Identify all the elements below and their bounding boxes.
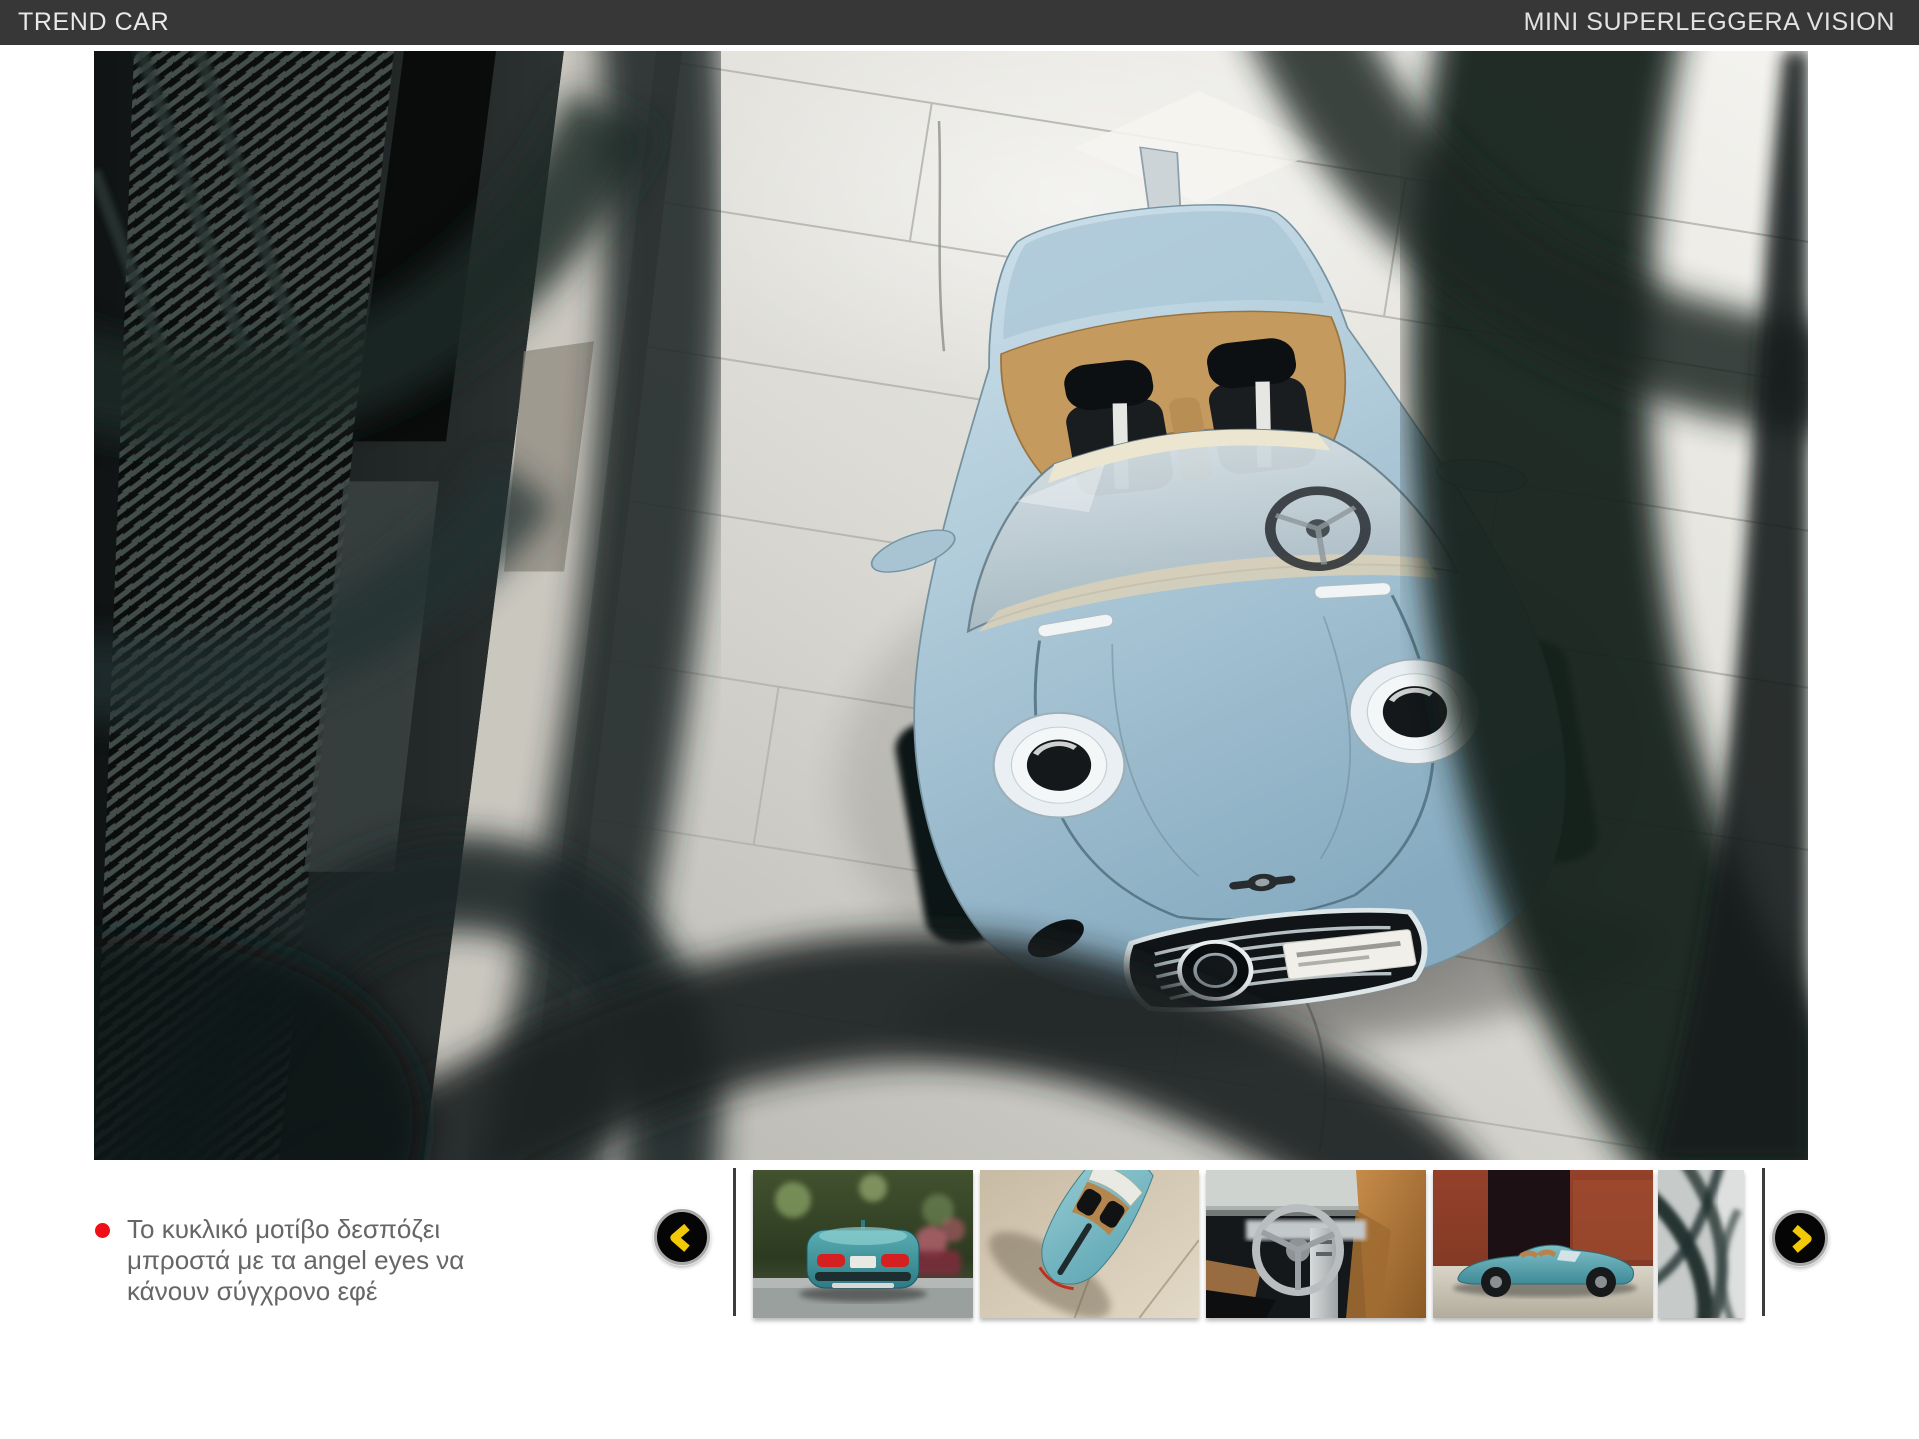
side-view-thumbnail-image (1433, 1170, 1653, 1318)
thumbnail-side-view[interactable] (1433, 1170, 1653, 1318)
chevron-left-icon (662, 1217, 702, 1257)
main-photo-illustration (94, 51, 1808, 1160)
gallery-divider-left (733, 1168, 736, 1316)
gallery-prev-button[interactable] (654, 1209, 710, 1265)
main-photo (94, 51, 1808, 1160)
railing-thumbnail-image (1658, 1170, 1744, 1318)
photo-caption: Το κυκλικό μοτίβο δεσπόζει μπροστά με τα… (95, 1214, 515, 1307)
gallery-divider-right (1762, 1168, 1765, 1316)
top-view-thumbnail-image (980, 1170, 1199, 1318)
caption-text: Το κυκλικό μοτίβο δεσπόζει μπροστά με τα… (127, 1214, 464, 1307)
thumbnail-rear-view[interactable] (753, 1170, 973, 1318)
caption-line: μπροστά με τα angel eyes να (127, 1245, 464, 1276)
rear-view-thumbnail-image (753, 1170, 973, 1318)
caption-bullet-icon (95, 1223, 110, 1238)
article-title: MINI SUPERLEGGERA VISION (1524, 8, 1895, 37)
chevron-right-icon (1780, 1218, 1820, 1258)
gallery-next-button[interactable] (1772, 1210, 1828, 1266)
caption-line: κάνουν σύγχρονο εφέ (127, 1276, 464, 1307)
interior-thumbnail-image (1206, 1170, 1426, 1318)
top-bar: TREND CAR MINI SUPERLEGGERA VISION (0, 0, 1919, 45)
thumbnail-interior[interactable] (1206, 1170, 1426, 1318)
thumbnail-railing[interactable] (1658, 1170, 1744, 1318)
thumbnail-top-view[interactable] (980, 1170, 1199, 1318)
section-title: TREND CAR (18, 8, 169, 37)
caption-line: Το κυκλικό μοτίβο δεσπόζει (127, 1214, 464, 1245)
